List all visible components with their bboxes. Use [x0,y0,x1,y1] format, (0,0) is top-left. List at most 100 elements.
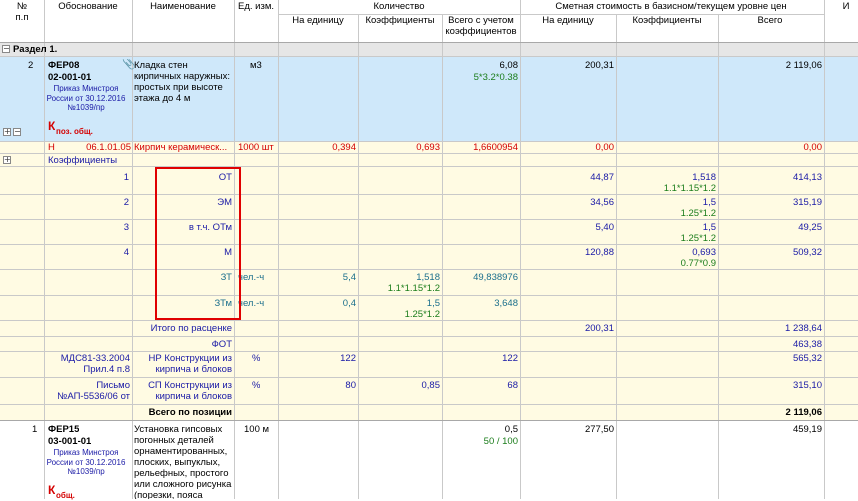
item1-qty-total: 6,08 [499,60,519,71]
material-qty-coef: 0,693 [416,142,440,153]
labor-per-unit: 5,4 [342,272,356,283]
col-qty-total-header[interactable]: Всего с учетом коэффициентов [442,15,520,37]
material-qty-per-unit: 0,394 [332,142,356,153]
fot-label: ФОТ [211,339,232,350]
item2-number: 1 [32,424,38,435]
row-number: 4 [123,247,129,258]
material-unit: 1000 шт [238,142,274,153]
itogo-label: Итого по расценке [150,323,232,334]
section-title: Раздел 1. [13,44,58,55]
col-cost-per-unit-header[interactable]: На единицу [520,15,616,26]
item2-code: ФЕР15 [48,424,80,435]
row-coef: 1,518 [692,172,716,183]
item2-k-sub: общ. [56,491,75,500]
row-formula: 0.77*0.9 [680,258,716,269]
itogo-total: 1 238,64 [785,323,822,334]
material-name: Кирпич керамическ... [134,142,228,153]
item1-cost-total: 2 119,06 [785,60,822,71]
item1-code2: 02-001-01 [48,72,92,83]
np-unit: % [252,353,261,364]
row-formula: 1.1*1.15*1.2 [663,183,716,194]
col-unit-header[interactable]: Ед. изм. [234,1,278,12]
row-coef: 1,5 [702,222,716,233]
labor-total: 49,838976 [473,272,518,283]
item2-k-letter: К [48,485,56,496]
expand-coefficients-icon[interactable]: + [3,156,11,164]
sp-value: 80 [345,380,356,391]
item1-k-letter: К [48,121,56,132]
item1-unit: м3 [250,60,262,71]
item1-number: 2 [28,60,34,71]
position-total-label: Всего по позиции [148,407,232,418]
fot-total: 463,38 [792,339,822,350]
row-coef: 1,5 [702,197,716,208]
col-basis-header[interactable]: Обоснование [44,1,132,12]
col-cost-coef-header[interactable]: Коэффициенты [616,15,718,26]
np-total-q: 122 [502,353,518,364]
item1-name: Кладка стен кирпичных наружных: простых … [134,60,230,104]
row-formula: 1.25*1.2 [680,233,716,244]
item1-qty-formula: 5*3.2*0.38 [473,72,518,83]
collapse-section-icon[interactable]: − [2,45,10,53]
item2-name: Установка гипсовых погонных деталей орна… [134,424,232,499]
coefficients-body [0,166,858,320]
col-cost-header[interactable]: Сметная стоимость в базисном/текущем уро… [520,1,822,12]
row-cost-per-unit: 5,40 [595,222,615,233]
row-total: 509,32 [792,247,822,258]
labor-total: 3,648 [494,298,518,309]
labor-coef: 1,518 [416,272,440,283]
sp-name: СП Конструкции из кирпича и блоков [148,380,232,402]
material-code: 06.1.01.05 [86,142,131,153]
item2-code2: 03-001-01 [48,436,92,447]
sp-coef: 0,85 [421,380,441,391]
material-qty-total: 1,6600954 [473,142,518,153]
row-total: 49,25 [798,222,822,233]
row-number: 2 [123,197,129,208]
col-num-header[interactable]: № п.п [0,0,44,40]
expand-icon[interactable]: + [3,128,11,136]
np-basis: МДС81-33.2004 Прил.4 п.8 [60,353,130,375]
np-value: 122 [340,353,356,364]
labor-unit: чел.-ч [238,272,265,283]
row-formula: 1.25*1.2 [680,208,716,219]
item2-cost-total: 459,19 [792,424,822,435]
col-extra-header[interactable]: И [836,1,856,12]
item2-cost-per-unit: 277,50 [584,424,614,435]
col-qty-coef-header[interactable]: Коэффициенты [358,15,442,26]
row-cost-per-unit: 120,88 [584,247,614,258]
sp-basis: Письмо №АП-5536/06 от [57,380,130,402]
section-row[interactable] [0,42,858,56]
item2-qty-total: 0,5 [504,424,518,435]
sp-unit: % [252,380,261,391]
row-total: 315,19 [792,197,822,208]
item2-unit: 100 м [244,424,270,435]
coefficients-row[interactable] [0,153,858,166]
item1-k-sub: поз. общ. [56,127,93,136]
coefficients-label[interactable]: Коэффициенты [48,155,117,166]
col-qty-per-unit-header[interactable]: На единицу [278,15,358,26]
labor-formula: 1.1*1.15*1.2 [387,283,440,294]
col-name-header[interactable]: Наименование [132,1,234,12]
row-cost-per-unit: 34,56 [590,197,614,208]
item1-code: ФЕР08 [48,60,80,71]
np-total: 565,32 [792,353,822,364]
row-coef: 0,693 [692,247,716,258]
material-type: Н [48,142,55,153]
row-cost-per-unit: 44,87 [590,172,614,183]
item1-cost-per-unit: 200,31 [584,60,614,71]
labor-formula: 1.25*1.2 [404,309,440,320]
item2-order[interactable]: Приказ Минстроя России от 30.12.2016 №10… [46,448,126,477]
col-quantity-header[interactable]: Количество [278,1,520,12]
collapse-icon[interactable]: − [13,128,21,136]
material-cost-total: 0,00 [803,142,823,153]
item2-qty-formula: 50 / 100 [483,436,518,447]
material-cost-per-unit: 0,00 [595,142,615,153]
highlight-box [155,167,241,320]
row-number: 3 [123,222,129,233]
col-cost-total-header[interactable]: Всего [718,15,822,26]
row-number: 1 [123,172,129,183]
itogo-cost: 200,31 [584,323,614,334]
labor-per-unit: 0,4 [342,298,356,309]
item1-order[interactable]: Приказ Минстроя России от 30.12.2016 №10… [46,84,126,113]
row-total: 414,13 [792,172,822,183]
